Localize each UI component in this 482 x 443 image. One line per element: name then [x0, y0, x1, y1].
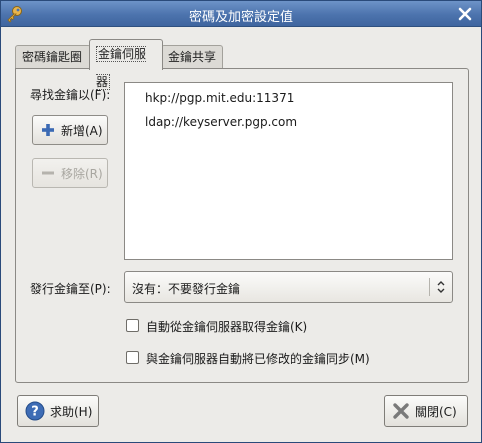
- auto-retrieve-label[interactable]: 自動從金鑰伺服器取得金鑰(K): [146, 318, 307, 335]
- keyservers-panel: 尋找金鑰以(F): 新增(A) 移除(R) hkp://pgp.mit.edu:…: [15, 68, 469, 383]
- keyserver-list[interactable]: hkp://pgp.mit.edu:11371 ldap://keyserver…: [124, 82, 453, 260]
- list-item[interactable]: hkp://pgp.mit.edu:11371: [145, 91, 294, 105]
- list-item[interactable]: ldap://keyserver.pgp.com: [145, 115, 297, 129]
- close-button[interactable]: 關閉(C): [384, 395, 468, 427]
- help-button[interactable]: ? 求助(H): [17, 395, 99, 427]
- plus-icon: [42, 124, 54, 136]
- publish-keys-select[interactable]: 沒有：不要發行金鑰: [124, 271, 453, 303]
- close-button-label: 關閉(C): [415, 404, 457, 419]
- help-button-label: 求助(H): [50, 404, 93, 419]
- tab-keyservers[interactable]: 金鑰伺服器: [89, 39, 163, 90]
- add-button-label: 新增(A): [61, 123, 103, 138]
- tab-keyrings[interactable]: 密碼鑰匙圈: [15, 45, 91, 69]
- add-button[interactable]: 新增(A): [32, 115, 108, 145]
- publish-keys-label: 發行金鑰至(P):: [30, 282, 111, 296]
- auto-retrieve-checkbox[interactable]: [126, 319, 139, 332]
- close-icon[interactable]: [456, 5, 474, 23]
- title-bar[interactable]: 密碼及加密設定值: [1, 1, 481, 27]
- remove-button-label: 移除(R): [61, 166, 103, 181]
- svg-text:?: ?: [31, 405, 39, 420]
- minus-icon: [42, 171, 54, 175]
- auto-sync-checkbox[interactable]: [126, 351, 139, 364]
- tab-key-sharing[interactable]: 金鑰共享: [161, 45, 223, 69]
- window-title: 密碼及加密設定值: [188, 10, 293, 25]
- help-icon: ?: [25, 401, 45, 421]
- combo-separator: [429, 278, 430, 296]
- x-icon: [393, 403, 409, 419]
- remove-button[interactable]: 移除(R): [32, 158, 108, 188]
- publish-keys-value: 沒有：不要發行金鑰: [132, 282, 241, 296]
- auto-sync-label[interactable]: 與金鑰伺服器自動將已修改的金鑰同步(M): [146, 350, 370, 367]
- preferences-window: 密碼及加密設定值 密碼鑰匙圈 金鑰伺服器 金鑰共享 尋找金鑰以(F): 新增(A…: [0, 0, 482, 443]
- chevron-updown-icon: [437, 281, 445, 293]
